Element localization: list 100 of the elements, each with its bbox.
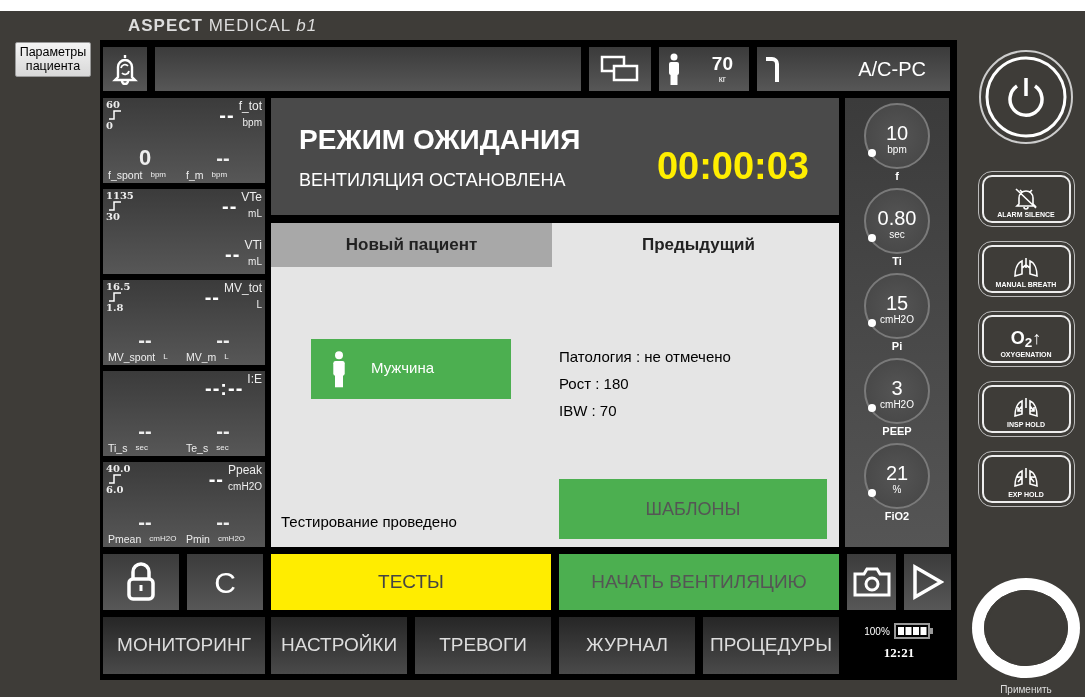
setting-unit: cmH2O [880, 398, 914, 411]
setting-label: f [895, 168, 899, 183]
reading-label: f_tot [238, 98, 262, 113]
play-button[interactable] [904, 554, 951, 610]
setting-value: 0.80 [877, 206, 917, 229]
reading-unit: L [224, 351, 229, 364]
nav-button[interactable]: МОНИТОРИНГ [103, 617, 265, 674]
reading-value: -- [216, 511, 230, 534]
range-high: 40.0 [106, 463, 131, 475]
range-high: 1135 [106, 189, 134, 201]
dial-position-dot [868, 318, 877, 327]
nav-button[interactable]: ПРОЦЕДУРЫ [703, 617, 839, 674]
reading-value: -- [216, 146, 230, 169]
setting-label: PEEP [882, 423, 912, 438]
nav-button[interactable]: НАСТРОЙКИ [271, 617, 407, 674]
dial-position-dot [868, 148, 877, 157]
test-status: Тестирование проведено [281, 511, 457, 532]
patient-info-line: Рост : 180 [559, 373, 630, 394]
nav-button[interactable]: ТРЕВОГИ [415, 617, 551, 674]
power-button[interactable] [979, 50, 1073, 144]
reading-unit: cmH2O [228, 480, 262, 495]
step-icon [109, 200, 121, 211]
patient-weight-button[interactable]: 70 кг [659, 47, 749, 91]
reading-label: VTi [244, 237, 262, 252]
reading-label: MV_spont [108, 351, 156, 364]
person-icon [667, 52, 681, 85]
power-icon [985, 56, 1067, 138]
dial-position-dot [868, 233, 877, 242]
reading-unit: L [256, 297, 262, 312]
reading-label: VTe [241, 189, 262, 204]
weight-value: 70 [711, 53, 733, 74]
range-high: 60 [106, 98, 121, 110]
reading-unit: mL [248, 206, 262, 221]
setting-dial[interactable]: 21 % [864, 442, 930, 509]
status-subtitle: ВЕНТИЛЯЦИЯ ОСТАНОВЛЕНА [299, 168, 567, 192]
lungs-outward-arrows-icon [1011, 466, 1041, 490]
setting-dial[interactable]: 3 cmH2O [864, 357, 930, 424]
battery-icon [893, 623, 934, 639]
patient-info-line: IBW : 70 [559, 400, 618, 421]
setting-label: Ti [892, 253, 902, 268]
setting-value: 15 [885, 291, 909, 314]
nav-button[interactable]: ЖУРНАЛ [559, 617, 695, 674]
reading-unit: mL [248, 254, 262, 269]
setting-label: FiO2 [884, 508, 910, 523]
step-icon [109, 109, 121, 120]
patient-info-line: Патология : не отмечено [559, 346, 731, 367]
lock-button[interactable] [103, 554, 179, 610]
screenshot-button[interactable] [847, 554, 896, 610]
reading-value: -- [225, 243, 241, 264]
step-icon [109, 291, 121, 302]
reading-label: I:E [247, 372, 262, 387]
reading-unit: cmH2O [217, 533, 246, 546]
setting-value: 10 [885, 121, 909, 144]
setting-unit: % [892, 483, 902, 496]
reading-label: MV_m [186, 351, 217, 364]
reading-unit: bpm [150, 168, 166, 181]
clear-button[interactable]: C [187, 554, 263, 610]
reading-value: --:-- [205, 378, 244, 399]
mode-label: A/C-PC [858, 56, 926, 82]
range-low: 1.8 [106, 301, 125, 313]
oxygen-symbol: O$_{2}$↑ [1010, 328, 1042, 348]
knob-label: Применить [1000, 683, 1052, 697]
setting-dial[interactable]: 10 bpm [864, 102, 930, 169]
brand-logo: ASPECT MEDICAL b1 [128, 16, 318, 35]
reading-label: Pmin [186, 533, 210, 546]
person-icon [331, 348, 347, 389]
tests-button[interactable]: ТЕСТЫ [271, 554, 551, 610]
setting-value: 21 [885, 461, 909, 484]
range-low: 30 [106, 210, 121, 222]
lungs-icon [1011, 256, 1041, 280]
reading-value: -- [208, 469, 224, 490]
alarm-reset-button[interactable] [103, 47, 147, 91]
setting-unit: bpm [887, 143, 907, 156]
play-icon [911, 564, 944, 601]
lungs-inward-arrows-icon [1011, 396, 1041, 420]
camera-icon [852, 566, 891, 599]
reading-label: Ppeak [227, 463, 262, 478]
setting-dial[interactable]: 0.80 sec [864, 187, 930, 254]
mode-button[interactable]: A/C-PC [757, 47, 950, 91]
clock: 12:21 [883, 644, 915, 662]
range-low: 6.0 [106, 484, 125, 496]
range-high: 16.5 [106, 280, 131, 292]
reading-value: -- [216, 420, 230, 443]
setting-dial[interactable]: 15 cmH2O [864, 272, 930, 339]
reading-unit: sec [216, 442, 229, 455]
setting-unit: sec [889, 228, 905, 241]
patient-parameters-button[interactable]: Параметры пациента [15, 42, 91, 77]
reading-label: Ti_s [108, 442, 128, 455]
step-icon [109, 474, 121, 485]
tab[interactable]: Новый пациент [271, 222, 552, 267]
reading-value: -- [138, 329, 152, 352]
timer: 00:00:03 [656, 143, 809, 189]
reading-label: f_spont [108, 168, 143, 181]
screens-button[interactable] [589, 47, 651, 91]
range-low: 0 [106, 119, 114, 131]
reading-value: -- [216, 329, 230, 352]
reading-value: -- [204, 286, 220, 307]
reading-label: f_m [186, 168, 204, 181]
reading-value: -- [138, 511, 152, 534]
reading-unit: bpm [242, 115, 262, 130]
